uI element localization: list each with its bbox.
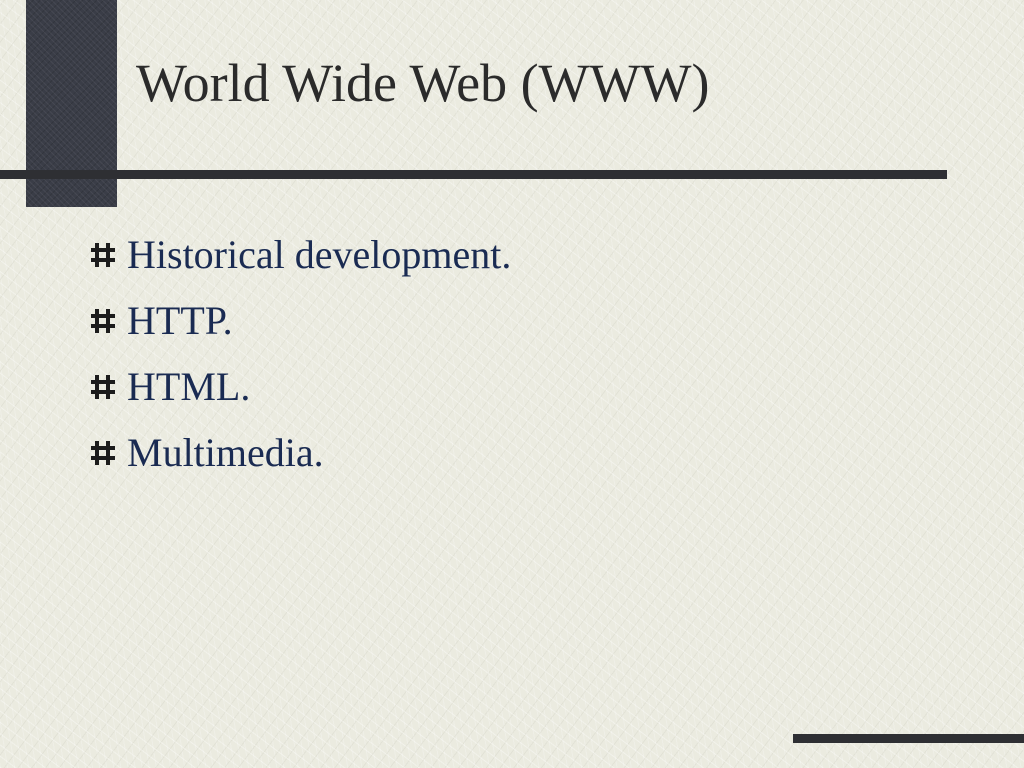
hash-bullet-icon <box>91 375 115 399</box>
slide-title: World Wide Web (WWW) <box>136 53 710 113</box>
bullet-text: HTML. <box>127 364 251 409</box>
footer-divider <box>793 734 1024 743</box>
list-item: HTTP. <box>88 288 511 354</box>
list-item: HTML. <box>88 354 511 420</box>
bullet-text: Historical development. <box>127 232 512 277</box>
hash-bullet-icon <box>91 309 115 333</box>
hash-bullet-icon <box>91 441 115 465</box>
title-divider <box>0 170 947 179</box>
list-item: Historical development. <box>88 222 511 288</box>
bullet-text: Multimedia. <box>127 430 324 475</box>
list-item: Multimedia. <box>88 420 511 486</box>
bullet-text: HTTP. <box>127 298 233 343</box>
bullet-list: Historical development. HTTP. HTML. Mult… <box>88 222 511 486</box>
hash-bullet-icon <box>91 243 115 267</box>
